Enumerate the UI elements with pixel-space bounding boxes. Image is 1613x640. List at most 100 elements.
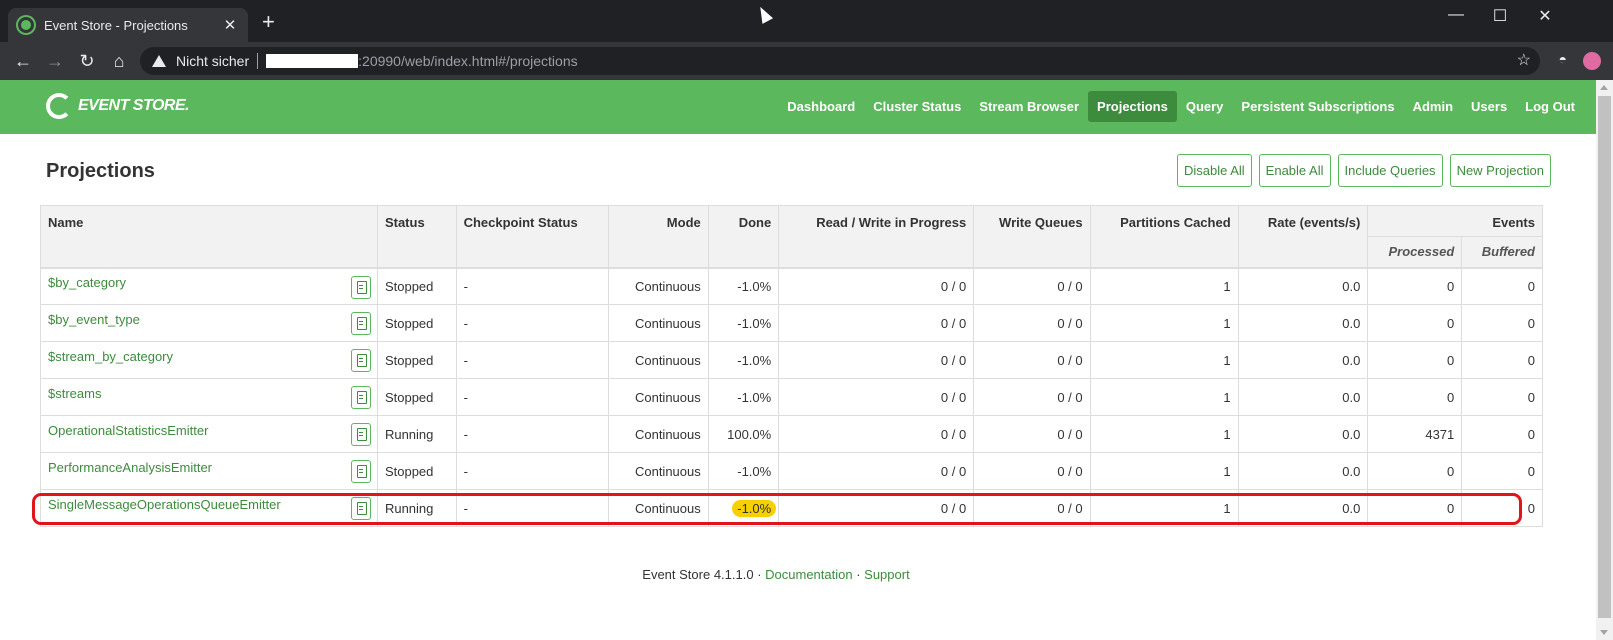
partitions-cell: 1 bbox=[1089, 452, 1239, 490]
reload-button[interactable]: ↻ bbox=[76, 50, 98, 72]
col-header-processed: Processed bbox=[1367, 236, 1463, 268]
bookmark-star-icon[interactable]: ☆ bbox=[1517, 50, 1531, 70]
tab-close-icon[interactable]: ✕ bbox=[222, 16, 238, 34]
projection-name-cell: $stream_by_category bbox=[40, 341, 378, 379]
new-projection-button[interactable]: New Projection bbox=[1449, 154, 1551, 187]
footer: Event Store 4.1.1.0 · Documentation · Su… bbox=[0, 567, 1552, 582]
col-header-write-queues: Write Queues bbox=[973, 205, 1091, 268]
browser-titlebar: Event Store - Projections ✕ + — ☐ ✕ bbox=[0, 0, 1613, 42]
edit-projection-icon[interactable] bbox=[350, 497, 371, 520]
projection-link[interactable]: $stream_by_category bbox=[48, 349, 173, 364]
rate-cell: 0.0 bbox=[1237, 266, 1369, 305]
mode-cell: Continuous bbox=[607, 304, 709, 342]
done-cell: -1.0% bbox=[707, 452, 780, 490]
event-store-logo[interactable]: EVENT STORE. bbox=[46, 93, 190, 119]
enable-all-button[interactable]: Enable All bbox=[1258, 154, 1331, 187]
new-tab-button[interactable]: + bbox=[262, 11, 275, 33]
forward-button[interactable]: → bbox=[44, 50, 66, 72]
nav-stream-browser[interactable]: Stream Browser bbox=[970, 91, 1088, 122]
partitions-cell: 1 bbox=[1089, 304, 1239, 342]
status-cell: Stopped bbox=[376, 378, 457, 416]
edit-projection-icon[interactable] bbox=[350, 275, 371, 299]
disable-all-button[interactable]: Disable All bbox=[1176, 154, 1252, 187]
projection-link[interactable]: OperationalStatisticsEmitter bbox=[48, 423, 208, 438]
col-header-read-write: Read / Write in Progress bbox=[778, 205, 975, 268]
incognito-icon[interactable]: ◓ bbox=[1559, 51, 1567, 67]
home-button[interactable]: ⌂ bbox=[108, 50, 130, 72]
rate-cell: 0.0 bbox=[1237, 378, 1369, 416]
projection-link[interactable]: $by_event_type bbox=[48, 312, 140, 327]
status-cell: Running bbox=[376, 415, 457, 453]
mode-cell: Continuous bbox=[607, 266, 709, 305]
rate-cell: 0.0 bbox=[1237, 304, 1369, 342]
documentation-link[interactable]: Documentation bbox=[765, 567, 852, 582]
col-header-checkpoint-status: Checkpoint Status bbox=[455, 205, 609, 268]
nav-log-out[interactable]: Log Out bbox=[1516, 91, 1584, 122]
page-scrollbar[interactable] bbox=[1596, 80, 1613, 640]
table-row: $by_category Stopped - Continuous -1.0% 0 / 0… bbox=[40, 266, 1543, 305]
include-queries-button[interactable]: Include Queries bbox=[1337, 154, 1443, 187]
edit-projection-icon[interactable] bbox=[350, 423, 371, 446]
mode-cell: Continuous bbox=[607, 378, 709, 416]
col-header-status: Status bbox=[376, 205, 457, 268]
read-write-cell: 0 / 0 bbox=[778, 489, 975, 527]
projection-name-cell: OperationalStatisticsEmitter bbox=[40, 415, 378, 453]
browser-tab[interactable]: Event Store - Projections ✕ bbox=[8, 8, 248, 42]
projection-link[interactable]: $by_category bbox=[48, 275, 126, 290]
edit-projection-icon[interactable] bbox=[350, 349, 371, 372]
col-header-partitions-cached: Partitions Cached bbox=[1089, 205, 1239, 268]
page-title: Projections bbox=[46, 160, 155, 182]
support-link[interactable]: Support bbox=[864, 567, 910, 582]
col-header-done: Done bbox=[707, 205, 780, 268]
edit-projection-icon[interactable] bbox=[350, 386, 371, 409]
app-header: EVENT STORE. Dashboard Cluster Status Stre… bbox=[0, 80, 1596, 134]
scroll-thumb[interactable] bbox=[1598, 96, 1611, 618]
edit-projection-icon[interactable] bbox=[350, 460, 371, 483]
done-value: -1.0% bbox=[737, 389, 772, 405]
back-button[interactable]: ← bbox=[12, 50, 34, 72]
projection-actions: Disable All Enable All Include Queries N… bbox=[1176, 154, 1551, 187]
buffered-cell: 0 bbox=[1461, 341, 1543, 379]
done-cell: -1.0% bbox=[707, 378, 780, 416]
nav-admin[interactable]: Admin bbox=[1404, 91, 1462, 122]
projection-link[interactable]: PerformanceAnalysisEmitter bbox=[48, 460, 212, 475]
write-queues-cell: 0 / 0 bbox=[973, 452, 1091, 490]
buffered-cell: 0 bbox=[1461, 266, 1543, 305]
checkpoint-cell: - bbox=[455, 415, 609, 453]
partitions-cell: 1 bbox=[1089, 341, 1239, 379]
nav-persistent-subscriptions[interactable]: Persistent Subscriptions bbox=[1232, 91, 1403, 122]
security-label[interactable]: Nicht sicher bbox=[176, 53, 249, 69]
nav-projections[interactable]: Projections bbox=[1088, 91, 1177, 122]
nav-users[interactable]: Users bbox=[1462, 91, 1516, 122]
table-row: PerformanceAnalysisEmitter Stopped - Contin… bbox=[40, 452, 1543, 490]
url-separator bbox=[257, 53, 259, 69]
profile-avatar-icon[interactable] bbox=[1583, 52, 1601, 70]
rate-cell: 0.0 bbox=[1237, 489, 1369, 527]
projection-name-cell: $by_event_type bbox=[40, 304, 378, 342]
window-close-button[interactable]: ✕ bbox=[1530, 6, 1560, 26]
table-row: $streams Stopped - Continuous -1.0% 0 / 00 / … bbox=[40, 378, 1543, 416]
processed-cell: 0 bbox=[1367, 452, 1463, 490]
write-queues-cell: 0 / 0 bbox=[973, 266, 1091, 305]
scroll-up-arrow-icon[interactable] bbox=[1600, 85, 1608, 90]
edit-projection-icon[interactable] bbox=[350, 312, 371, 335]
scroll-down-arrow-icon[interactable] bbox=[1600, 630, 1608, 635]
maximize-button[interactable]: ☐ bbox=[1485, 6, 1515, 26]
partitions-cell: 1 bbox=[1089, 378, 1239, 416]
projections-table: Name Status Checkpoint Status Mode Done … bbox=[40, 205, 1543, 527]
address-bar[interactable]: Nicht sicher :20990/web/index.html#/proj… bbox=[140, 47, 1540, 75]
table-row: OperationalStatisticsEmitter Running - Cont… bbox=[40, 415, 1543, 453]
nav-dashboard[interactable]: Dashboard bbox=[778, 91, 864, 122]
minimize-button[interactable]: — bbox=[1441, 6, 1471, 24]
buffered-cell: 0 bbox=[1461, 489, 1543, 527]
projection-link[interactable]: SingleMessageOperationsQueueEmitter bbox=[48, 497, 281, 512]
url-text[interactable]: :20990/web/index.html#/projections bbox=[358, 53, 577, 69]
nav-query[interactable]: Query bbox=[1177, 91, 1233, 122]
tab-favicon-icon bbox=[18, 17, 34, 33]
col-header-name: Name bbox=[40, 205, 378, 268]
buffered-cell: 0 bbox=[1461, 304, 1543, 342]
processed-cell: 0 bbox=[1367, 304, 1463, 342]
nav-cluster-status[interactable]: Cluster Status bbox=[864, 91, 970, 122]
projection-link[interactable]: $streams bbox=[48, 386, 101, 401]
read-write-cell: 0 / 0 bbox=[778, 378, 975, 416]
